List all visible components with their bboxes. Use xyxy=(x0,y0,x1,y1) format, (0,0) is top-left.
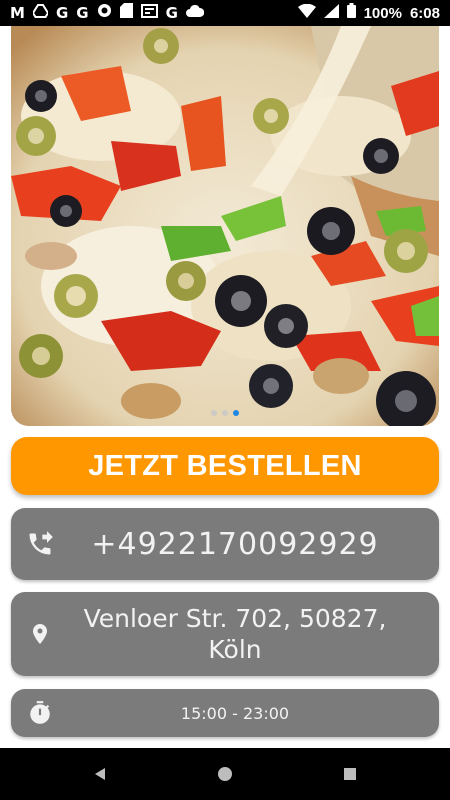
back-icon[interactable] xyxy=(38,767,163,781)
order-now-label: JETZT BESTELLEN xyxy=(88,449,362,482)
assistant-icon xyxy=(97,3,112,23)
cloud-icon xyxy=(185,4,205,22)
opening-hours-card: 15:00 - 23:00 xyxy=(11,689,439,737)
address-card[interactable]: Venloer Str. 702, 50827, Köln xyxy=(11,592,439,676)
carousel-dot-active[interactable] xyxy=(233,410,239,416)
address-text[interactable]: Venloer Str. 702, 50827, Köln xyxy=(11,603,439,666)
google-icon: G xyxy=(76,3,89,22)
notification-icons: M G G G xyxy=(10,3,205,23)
google-icon: G xyxy=(165,3,178,22)
battery-icon xyxy=(346,3,356,23)
carousel-indicator xyxy=(11,410,439,416)
carousel-dot[interactable] xyxy=(211,410,217,416)
carousel-dot[interactable] xyxy=(222,410,228,416)
system-nav-bar xyxy=(0,748,450,800)
home-icon[interactable] xyxy=(163,766,288,782)
phone-card[interactable]: +4922170092929 xyxy=(11,508,439,580)
wifi-icon xyxy=(297,3,316,23)
phone-number[interactable]: +4922170092929 xyxy=(11,527,439,562)
order-now-button[interactable]: JETZT BESTELLEN xyxy=(11,437,439,495)
gmail-icon: M xyxy=(10,3,25,22)
status-bar: M G G G 100% 6:08 xyxy=(0,0,450,26)
clock: 6:08 xyxy=(409,4,440,22)
pizza-image-carousel[interactable] xyxy=(11,26,439,426)
news-icon xyxy=(140,3,158,23)
pizza-photo xyxy=(11,26,439,426)
sd-card-icon xyxy=(119,3,133,23)
location-pin-icon xyxy=(23,617,57,651)
google-icon: G xyxy=(55,3,69,22)
timer-icon xyxy=(23,696,57,730)
drive-icon xyxy=(31,3,50,23)
battery-percent: 100% xyxy=(363,4,402,22)
opening-hours: 15:00 - 23:00 xyxy=(180,703,290,723)
phone-forwarded-icon xyxy=(23,527,57,561)
system-indicators: 100% 6:08 xyxy=(297,3,440,23)
recents-icon[interactable] xyxy=(288,767,413,781)
signal-icon xyxy=(323,3,339,23)
